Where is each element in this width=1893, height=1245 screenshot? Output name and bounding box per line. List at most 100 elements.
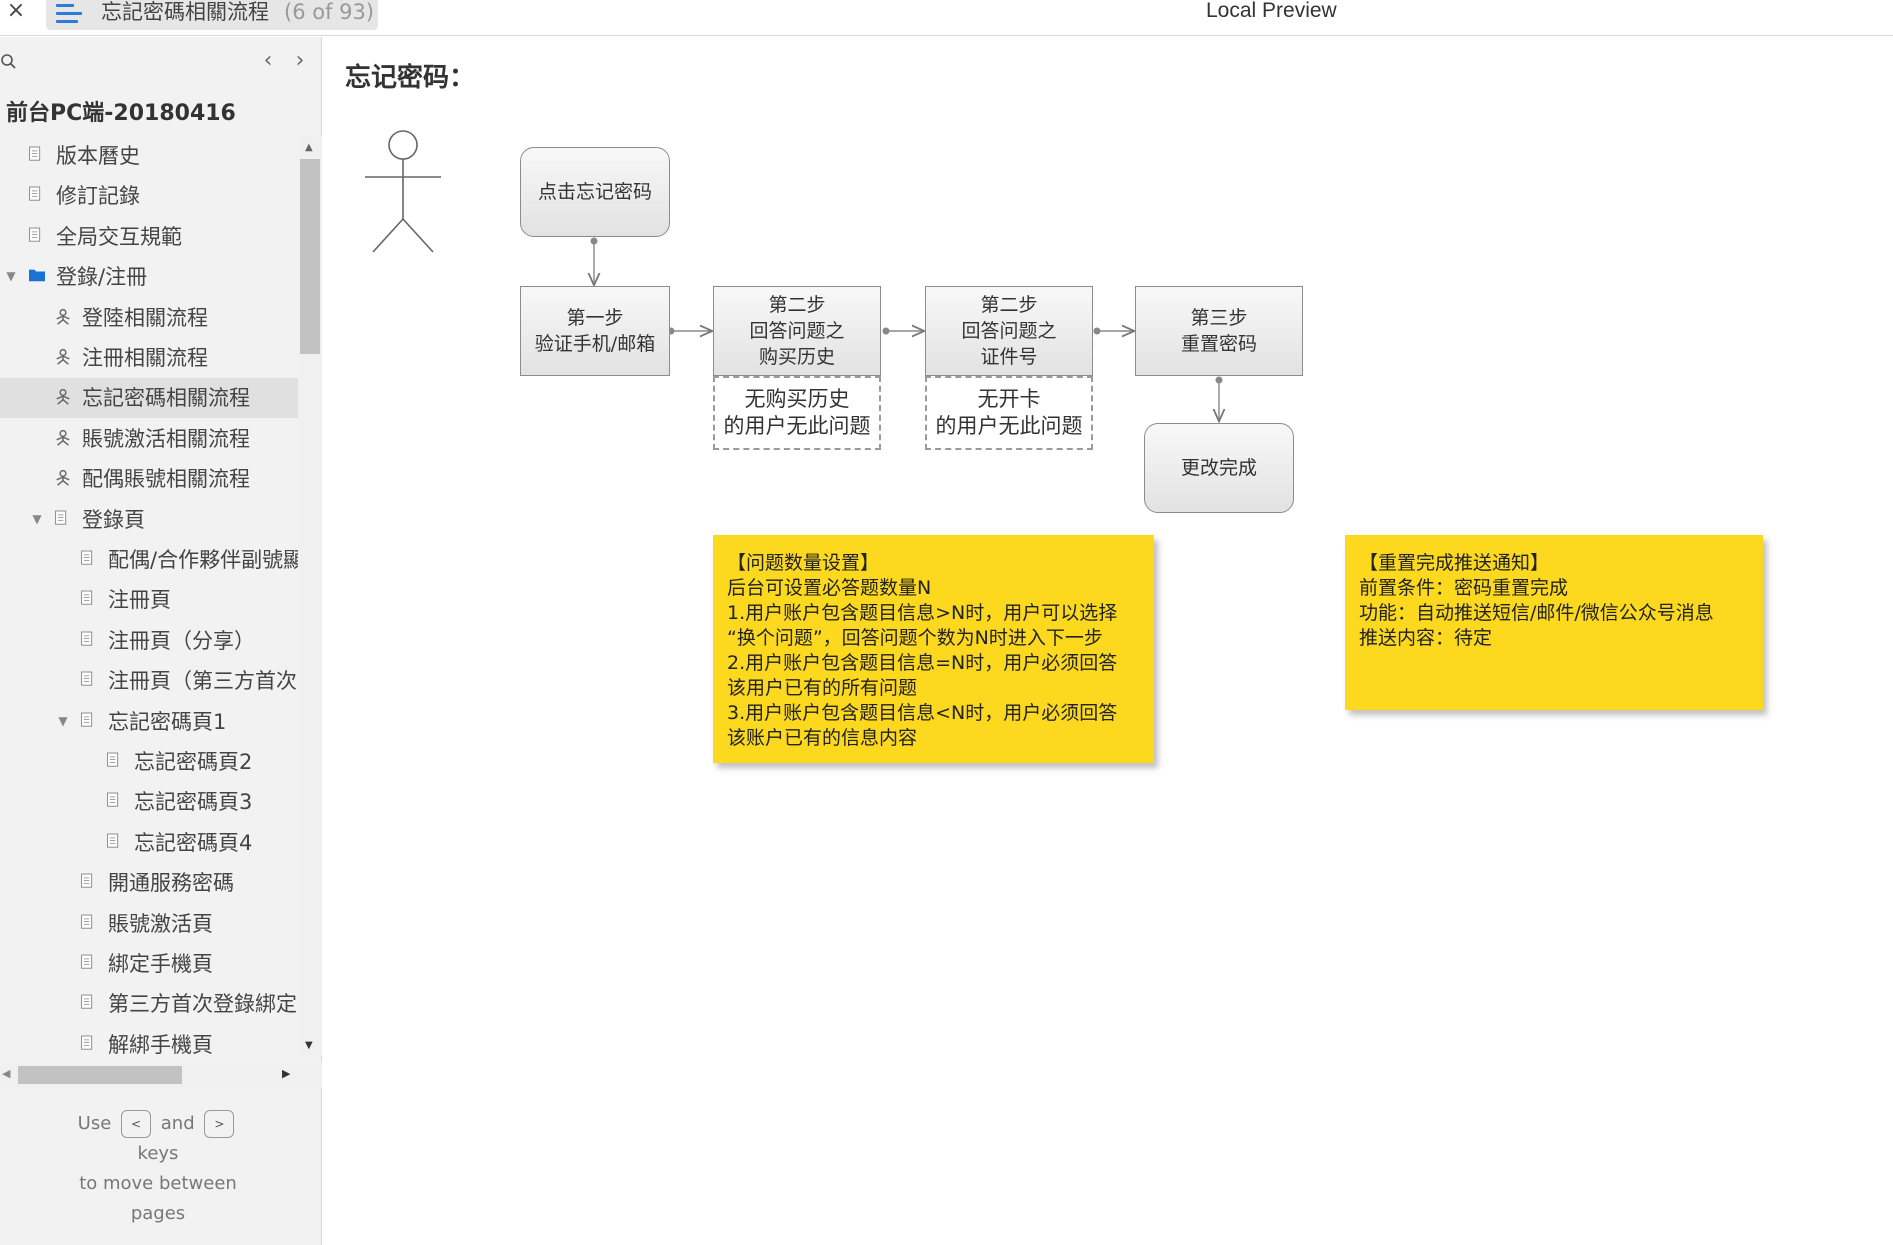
sidebar-item[interactable]: 忘記密碼頁2 (0, 742, 298, 782)
next-key-icon: > (204, 1110, 235, 1138)
page-icon (80, 873, 98, 893)
sidebar-item-label: 忘記密碼頁4 (134, 830, 253, 855)
sidebar-item[interactable]: 配偶賬號相關流程 (0, 459, 298, 499)
sidebar-item-label: 配偶/合作夥伴副號顯 (108, 548, 298, 572)
sidebar-item[interactable]: 全局交互規範 (0, 217, 298, 257)
sidebar-item[interactable]: 注冊頁（第三方首次 (0, 661, 298, 701)
horizontal-scrollbar-thumb[interactable] (18, 1066, 182, 1084)
sidebar-item[interactable]: 注冊頁（分享） (0, 621, 298, 661)
step1-node-label: 第一步 验证手机/邮箱 (534, 307, 656, 355)
page-tree: 版本曆史修訂記錄全局交互規範 ▼ 登錄/注冊登陸相關流程注冊相關流程忘記密碼相關流程… (0, 136, 298, 1056)
sidebar-item[interactable]: 忘記密碼相關流程 (0, 378, 298, 419)
sidebar-item[interactable]: 配偶/合作夥伴副號顯 (0, 540, 298, 580)
sidebar-item-label: 第三方首次登錄綁定 (108, 992, 297, 1017)
sticky-note-line: 功能：自动推送短信/邮件/微信公众号消息 (1359, 602, 1714, 624)
sidebar-item-label: 開通服務密碼 (108, 871, 234, 896)
hint-and: and (160, 1113, 195, 1134)
sidebar-item[interactable]: 綁定手機頁 (0, 944, 298, 984)
preview-canvas: 忘记密码： 点击忘记密码 第一步 验证手机/邮箱 第二步 回答问题之 购买历史 … (323, 37, 1893, 1245)
sidebar-item[interactable]: 版本曆史 (0, 136, 298, 176)
sidebar-item-label: 注冊頁（第三方首次 (108, 669, 297, 694)
prev-key-icon: < (121, 1110, 152, 1138)
sidebar-item[interactable]: ▼ 登錄/注冊 (0, 257, 298, 297)
expand-caret-icon[interactable]: ▼ (56, 714, 70, 728)
sidebar-item[interactable]: 賬號激活相關流程 (0, 419, 298, 459)
sidebar-item[interactable]: ▼ 登錄頁 (0, 500, 298, 540)
page-icon (28, 146, 46, 166)
page-icon (80, 994, 98, 1014)
flow-icon (54, 388, 72, 408)
sidebar-item[interactable]: 賬號激活頁 (0, 904, 298, 944)
page-icon (80, 914, 98, 934)
next-page-button[interactable]: › (290, 49, 310, 73)
sidebar-item[interactable]: 開通服務密碼 (0, 863, 298, 903)
sidebar-item-label: 忘記密碼頁1 (108, 709, 227, 734)
page-icon (80, 954, 98, 974)
page-tab[interactable]: 忘記密碼相關流程 (6 of 93) (46, 0, 378, 30)
sidebar-item-label: 登錄/注冊 (56, 265, 148, 290)
flow-icon (54, 429, 72, 449)
step1-node: 第一步 验证手机/邮箱 (520, 286, 670, 376)
expand-caret-icon[interactable]: ▼ (30, 512, 44, 526)
step3-node-label: 第三步 重置密码 (1180, 307, 1257, 355)
sidebar-item-label: 賬號激活相關流程 (82, 426, 250, 451)
hint-line3: pages (130, 1203, 186, 1224)
search-icon[interactable] (0, 53, 18, 71)
window-title: Local Preview (1206, 0, 1337, 22)
sticky-note-line: 前置条件：密码重置完成 (1359, 577, 1569, 599)
page-icon (106, 833, 124, 853)
flow-icon (54, 469, 72, 489)
sidebar-item[interactable]: 解綁手機頁 (0, 1025, 298, 1056)
hint-keys: keys (137, 1143, 179, 1164)
sidebar-item-label: 登錄頁 (82, 507, 145, 532)
sidebar-item[interactable]: 注冊頁 (0, 580, 298, 620)
page-icon (80, 712, 98, 732)
menu-icon[interactable] (56, 2, 82, 24)
id-note-label: 无开卡 的用户无此问题 (935, 387, 1083, 438)
flow-icon (54, 348, 72, 368)
question-count-sticky-note: 【问题数量设置】 后台可设置必答题数量N 1.用户账户包含题目信息>N时，用户可以选… (713, 535, 1154, 763)
sidebar-item[interactable]: 登陸相關流程 (0, 298, 298, 338)
sidebar-item[interactable]: 修訂記錄 (0, 176, 298, 216)
vertical-scrollbar-thumb[interactable] (300, 159, 320, 354)
done-node-label: 更改完成 (1180, 457, 1257, 479)
sidebar-item[interactable]: 忘記密碼頁4 (0, 823, 298, 863)
sticky-note-line: 该用户已有的所有问题 (727, 677, 918, 699)
done-node: 更改完成 (1144, 423, 1294, 513)
sidebar-item-label: 綁定手機頁 (108, 952, 213, 976)
sidebar-item-label: 忘記密碼相關流程 (82, 386, 250, 411)
scroll-up-icon[interactable]: ▲ (305, 142, 313, 153)
scroll-left-icon[interactable]: ◀ (2, 1067, 10, 1080)
page-icon (28, 186, 46, 206)
sidebar-item-label: 忘記密碼頁3 (134, 790, 253, 815)
sidebar-item[interactable]: 第三方首次登錄綁定 (0, 984, 298, 1024)
page-icon (106, 792, 124, 812)
sticky-note-line: 后台可设置必答题数量N (727, 577, 932, 599)
sticky-note-line: 2.用户账户包含题目信息=N时，用户必须回答 (727, 652, 1118, 674)
reset-notice-sticky-note: 【重置完成推送通知】 前置条件：密码重置完成 功能：自动推送短信/邮件/微信公众号消… (1345, 535, 1763, 710)
sidebar-item-label: 注冊頁 (108, 588, 171, 613)
prev-page-button[interactable]: ‹ (258, 49, 278, 73)
sidebar-item[interactable]: ▼ 忘記密碼頁1 (0, 702, 298, 742)
sidebar-item-label: 登陸相關流程 (82, 305, 208, 330)
scroll-right-icon[interactable]: ▶ (282, 1067, 290, 1080)
sticky-note-line: “换个问题”，回答问题个数为N时进入下一步 (727, 627, 1103, 649)
page-icon (106, 752, 124, 772)
hint-line2: to move between (79, 1173, 237, 1194)
page-icon (80, 1035, 98, 1055)
page-icon (80, 671, 98, 691)
sticky-note-line: 推送内容：待定 (1359, 627, 1493, 649)
sidebar-item[interactable]: 忘記密碼頁3 (0, 782, 298, 822)
sidebar-item-label: 全局交互規範 (56, 224, 182, 249)
sidebar-item-label: 配偶賬號相關流程 (82, 467, 250, 492)
sidebar: ‹ › 前台PC端-20180416 版本曆史 修訂記錄 全局交互規範 ▼ 登錄/注冊登… (0, 37, 322, 1245)
scroll-down-icon[interactable]: ▼ (305, 1040, 313, 1051)
sidebar-item[interactable]: 注冊相關流程 (0, 338, 298, 378)
sidebar-item-label: 版本曆史 (56, 144, 140, 168)
sidebar-item-label: 注冊頁（分享） (108, 628, 255, 653)
tab-title: 忘記密碼相關流程 (101, 0, 269, 24)
step2-purchase-node: 第二步 回答问题之 购买历史 (713, 286, 881, 376)
flow-icon (54, 308, 72, 328)
expand-caret-icon[interactable]: ▼ (4, 269, 18, 283)
close-icon[interactable]: × (4, 0, 28, 24)
